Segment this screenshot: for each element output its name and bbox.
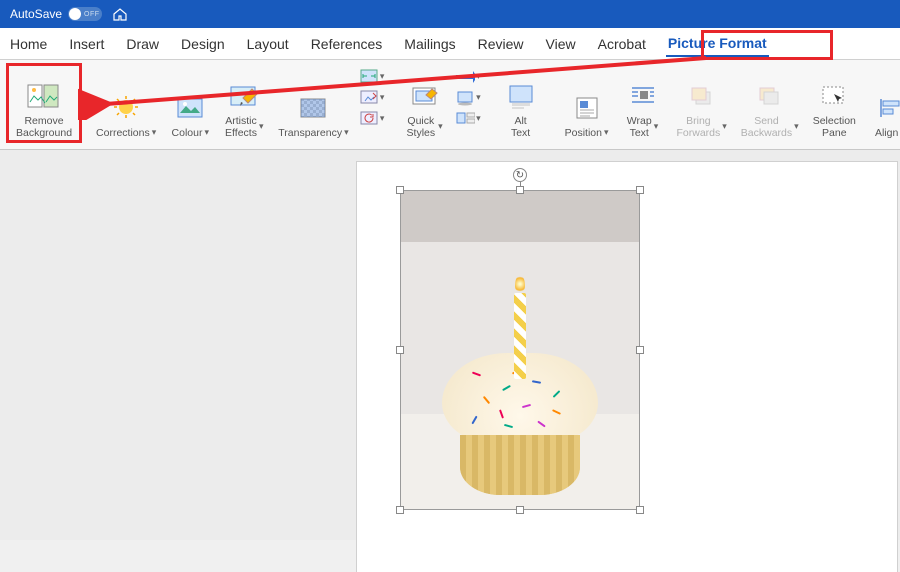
picture-border-button[interactable]: ▾ xyxy=(455,68,481,86)
artistic-effects-icon xyxy=(229,79,259,113)
resize-handle-br[interactable] xyxy=(636,506,644,514)
remove-background-label: Remove Background xyxy=(16,115,72,139)
position-icon xyxy=(572,91,602,125)
quick-styles-icon xyxy=(410,79,440,113)
selected-picture[interactable] xyxy=(400,190,640,510)
chevron-down-icon: ▾ xyxy=(204,127,209,138)
rotate-handle[interactable] xyxy=(513,168,527,182)
chevron-down-icon: ▾ xyxy=(152,127,157,138)
resize-handle-tr[interactable] xyxy=(636,186,644,194)
change-picture-button[interactable]: ▾ xyxy=(359,89,385,107)
resize-handle-l[interactable] xyxy=(396,346,404,354)
tab-insert[interactable]: Insert xyxy=(67,32,106,56)
quick-styles-button[interactable]: Quick Styles▾ xyxy=(401,77,449,141)
picture-content xyxy=(400,190,640,510)
toggle-switch[interactable]: OFF xyxy=(68,7,102,21)
position-button[interactable]: Position▾ xyxy=(561,89,613,141)
transparency-icon xyxy=(298,91,328,125)
picture-effects-button[interactable]: ▾ xyxy=(455,89,481,107)
autosave-label: AutoSave xyxy=(10,7,62,21)
tab-draw[interactable]: Draw xyxy=(124,32,161,56)
chevron-down-icon: ▾ xyxy=(604,127,609,138)
wrap-text-button[interactable]: Wrap Text▾ xyxy=(619,77,667,141)
transparency-button[interactable]: Transparency▾ xyxy=(274,89,352,141)
alt-text-button[interactable]: Alt Text xyxy=(497,77,545,141)
tab-layout[interactable]: Layout xyxy=(245,32,291,56)
chevron-down-icon: ▾ xyxy=(344,127,349,138)
chevron-down-icon: ▾ xyxy=(438,121,443,132)
wrap-text-icon xyxy=(628,79,658,113)
tab-mailings[interactable]: Mailings xyxy=(402,32,457,56)
picture-layout-button[interactable]: ▾ xyxy=(455,109,481,127)
bring-forwards-icon xyxy=(688,79,716,113)
tab-references[interactable]: References xyxy=(309,32,385,56)
remove-background-icon xyxy=(27,79,61,113)
colour-icon xyxy=(175,91,205,125)
remove-background-button[interactable]: Remove Background xyxy=(12,77,76,141)
autosave-state: OFF xyxy=(84,11,100,18)
reset-picture-button[interactable]: ▾ xyxy=(359,110,385,128)
chevron-down-icon: ▾ xyxy=(259,121,264,132)
compress-pictures-button[interactable]: ▾ xyxy=(359,68,385,86)
tab-picture-format[interactable]: Picture Format xyxy=(666,31,769,57)
tab-home[interactable]: Home xyxy=(8,32,49,56)
selection-pane-button[interactable]: Selection Pane xyxy=(809,77,860,141)
corrections-icon xyxy=(111,91,141,125)
artistic-effects-button[interactable]: Artistic Effects▾ xyxy=(220,77,268,141)
home-icon[interactable] xyxy=(112,6,128,22)
resize-handle-b[interactable] xyxy=(516,506,524,514)
resize-handle-bl[interactable] xyxy=(396,506,404,514)
resize-handle-tl[interactable] xyxy=(396,186,404,194)
tab-design[interactable]: Design xyxy=(179,32,227,56)
ribbon: Remove Background Corrections▾ Colour▾ A… xyxy=(0,60,900,150)
chevron-down-icon: ▾ xyxy=(654,121,659,132)
corrections-button[interactable]: Corrections▾ xyxy=(92,89,160,141)
resize-handle-r[interactable] xyxy=(636,346,644,354)
send-backwards-button[interactable]: Send Backwards▾ xyxy=(737,77,803,141)
align-button[interactable]: Align▾ xyxy=(866,89,900,141)
ribbon-tabs: Home Insert Draw Design Layout Reference… xyxy=(0,28,900,60)
title-bar: AutoSave OFF xyxy=(0,0,900,28)
bring-forwards-button[interactable]: Bring Forwards▾ xyxy=(673,77,731,141)
align-icon xyxy=(876,91,900,125)
autosave-toggle[interactable]: AutoSave OFF xyxy=(10,7,102,21)
colour-button[interactable]: Colour▾ xyxy=(166,89,214,141)
resize-handle-t[interactable] xyxy=(516,186,524,194)
tab-review[interactable]: Review xyxy=(476,32,526,56)
alt-text-icon xyxy=(506,79,536,113)
selection-pane-icon xyxy=(820,79,848,113)
send-backwards-icon xyxy=(756,79,784,113)
tab-view[interactable]: View xyxy=(544,32,578,56)
tab-acrobat[interactable]: Acrobat xyxy=(596,32,648,56)
